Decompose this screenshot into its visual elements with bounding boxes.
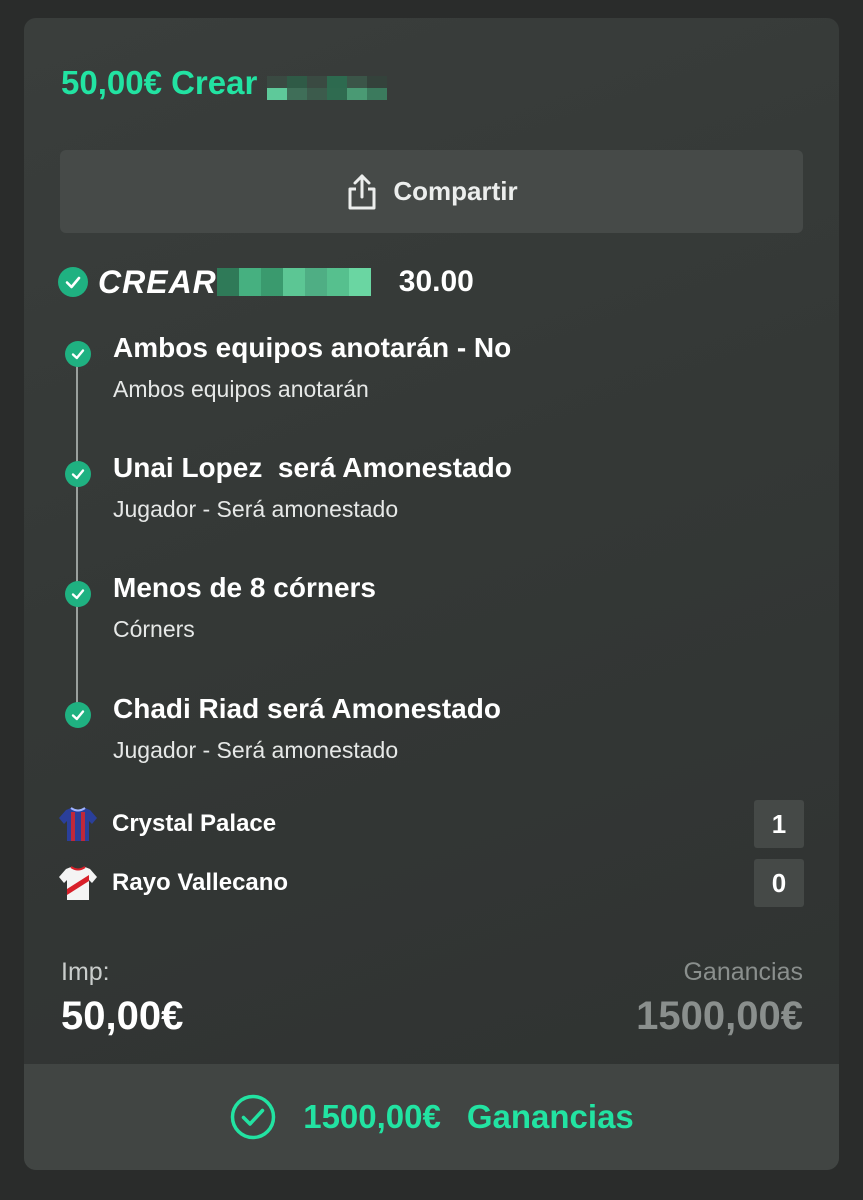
team-row-away: Rayo Vallecano 0: [58, 859, 804, 907]
bet-header-title: 50,00€ Crear: [61, 64, 388, 102]
selection-title: Chadi Riad será Amonestado: [113, 693, 501, 724]
selection-item: Ambos equipos anotarán - No Ambos equipo…: [24, 332, 784, 412]
team-name: Crystal Palace: [112, 810, 277, 837]
share-icon: [348, 174, 376, 209]
bet-odds: 30.00: [398, 265, 474, 298]
selection-market: Ambos equipos anotarán: [113, 376, 369, 402]
bet-card: 50,00€ Crear Compartir CREAR 30.00 Ambos…: [24, 18, 839, 1170]
share-label: Compartir: [393, 176, 518, 206]
selection-market: Córners: [113, 616, 195, 642]
rayo-vallecano-jersey-icon: [59, 866, 97, 900]
winnings-value: 1500,00€: [636, 994, 803, 1038]
footer-amount: 1500,00€: [303, 1098, 441, 1135]
winnings-banner: 1500,00€ Ganancias: [24, 1064, 839, 1170]
team-row-home: Crystal Palace 1: [58, 800, 804, 848]
selection-item: Menos de 8 córners Córners: [24, 572, 784, 652]
share-button[interactable]: Compartir: [60, 150, 803, 233]
stake-label: Imp:: [61, 958, 110, 986]
check-icon: [65, 581, 91, 607]
selection-market: Jugador - Será amonestado: [113, 496, 399, 522]
team-score: 1: [754, 800, 804, 848]
bet-summary-row: CREAR 30.00: [58, 262, 474, 302]
selection-title: Unai Lopez será Amonestado: [113, 452, 512, 483]
winnings-label: Ganancias: [683, 958, 803, 986]
team-score: 0: [754, 859, 804, 907]
selection-market: Jugador - Será amonestado: [113, 737, 399, 763]
selection-item: Chadi Riad será Amonestado Jugador - Ser…: [24, 693, 784, 773]
pixelated-redaction: [216, 268, 371, 296]
selection-title: Ambos equipos anotarán - No: [113, 332, 512, 363]
selection-item: Unai Lopez será Amonestado Jugador - Ser…: [24, 452, 784, 532]
check-icon: [65, 702, 91, 728]
check-icon: [65, 461, 91, 487]
bet-brand: CREAR: [98, 263, 217, 300]
stake-value: 50,00€: [61, 994, 184, 1038]
header-amount-text: 50,00€ Crear: [61, 64, 258, 101]
check-circle-icon: [230, 1094, 276, 1140]
pixelated-redaction: [267, 76, 388, 100]
check-icon: [58, 267, 88, 297]
check-icon: [65, 341, 91, 367]
selection-title: Menos de 8 córners: [113, 572, 376, 603]
crystal-palace-jersey-icon: [59, 807, 97, 841]
footer-label: Ganancias: [466, 1098, 634, 1135]
team-name: Rayo Vallecano: [112, 869, 289, 896]
